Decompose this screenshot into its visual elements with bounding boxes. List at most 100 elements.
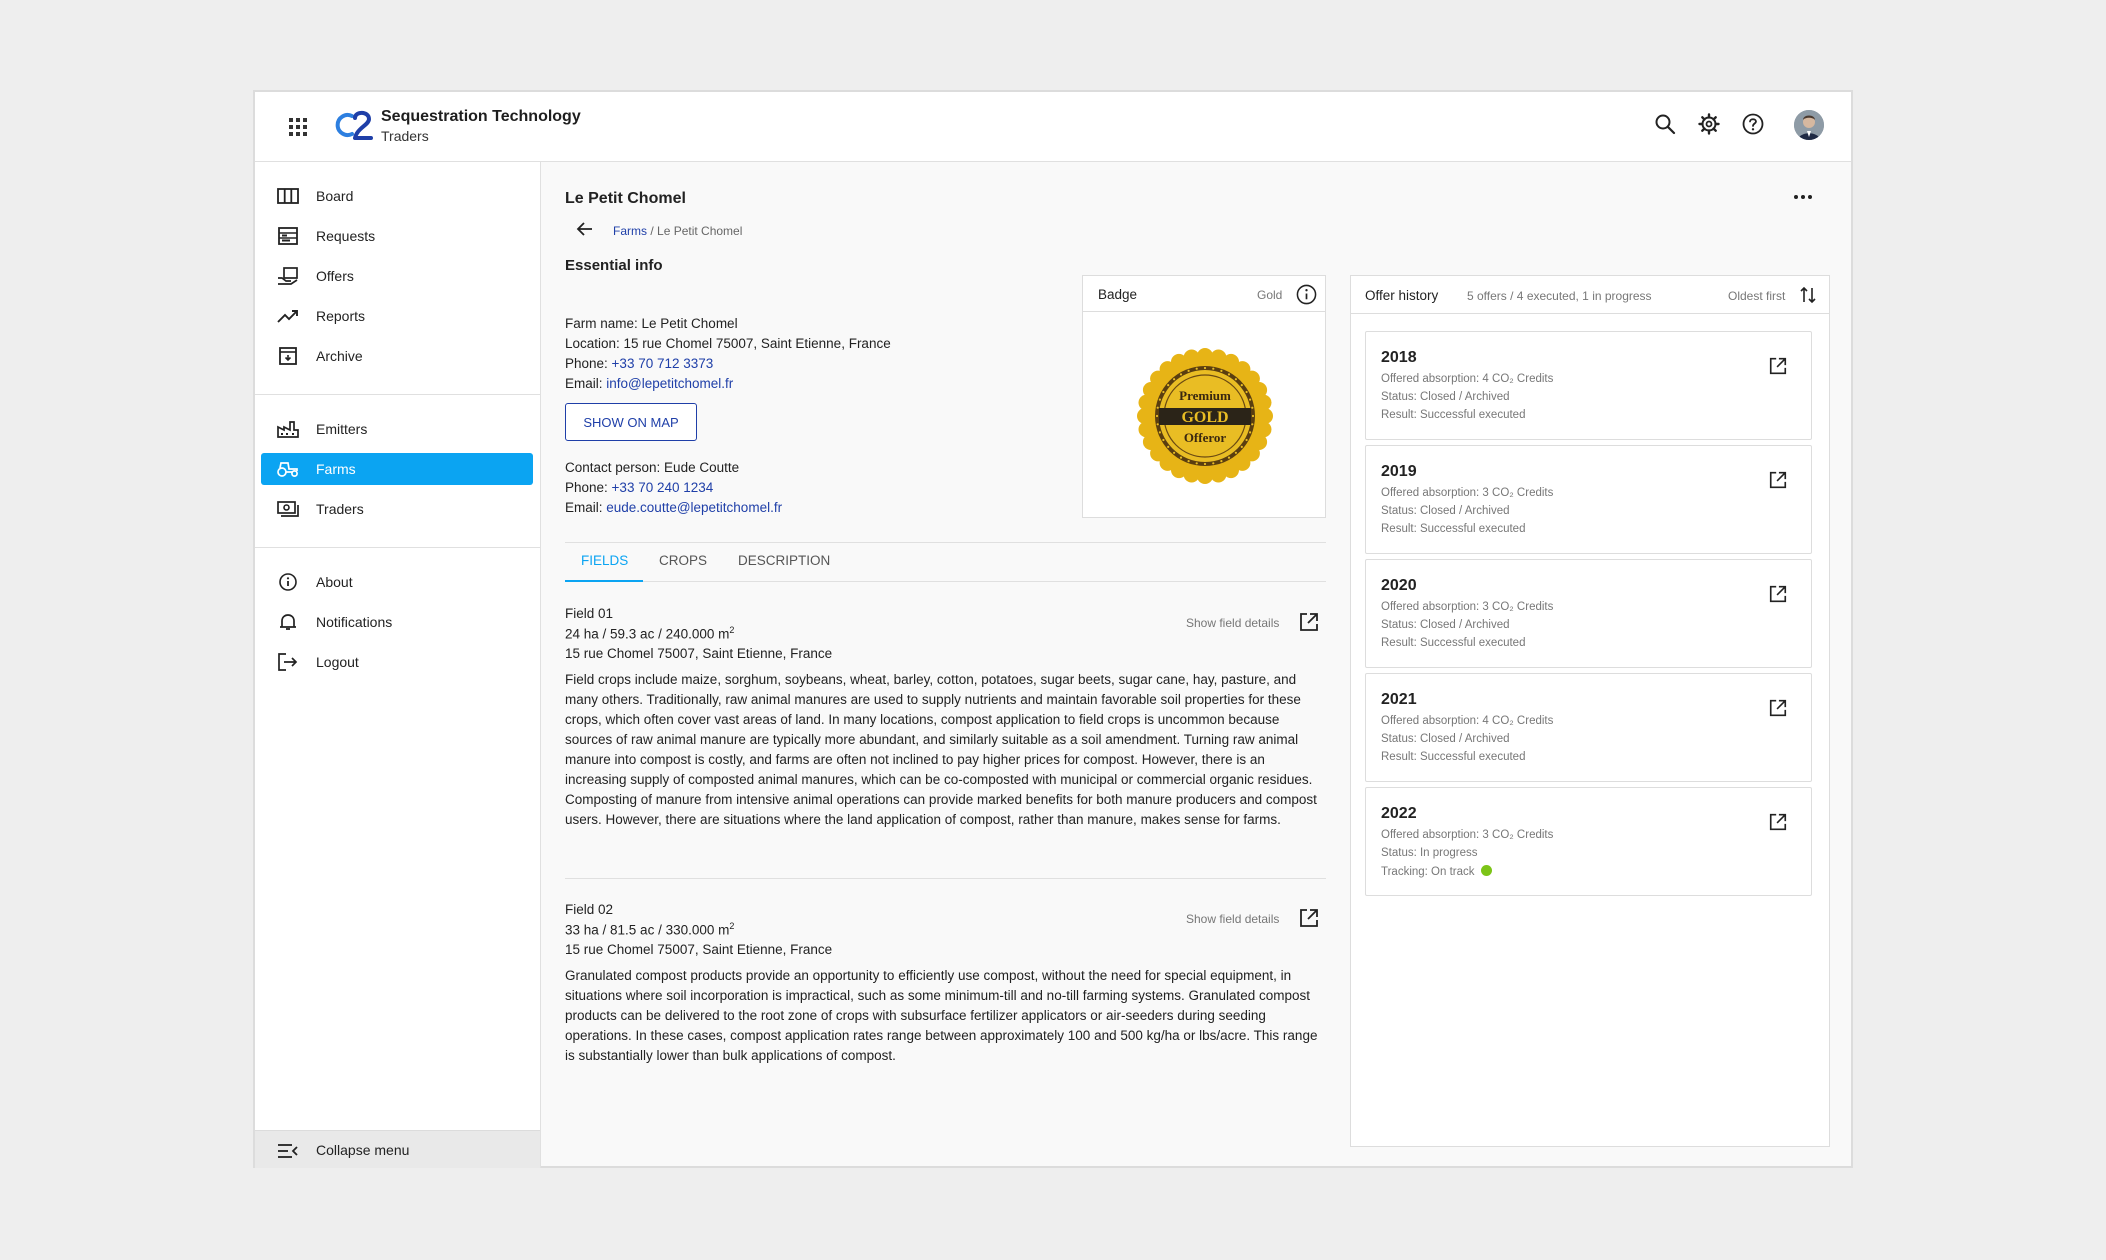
info-icon[interactable] — [1296, 284, 1317, 305]
offer-result: Tracking: On track — [1381, 865, 1492, 878]
sidebar: Board Requests Offers Reports Archive Em… — [255, 162, 541, 1168]
offer-absorption: Offered absorption: 3 CO₂ Credits — [1381, 601, 1554, 613]
external-link-icon[interactable] — [1768, 698, 1788, 718]
badge-title: Badge — [1098, 287, 1138, 302]
contact-phone-row: Phone: +33 70 240 1234 — [565, 480, 713, 495]
contact-email-row: Email: eude.coutte@lepetitchomel.fr — [565, 500, 782, 515]
field-divider — [565, 878, 1326, 879]
offer-result: Result: Successful executed — [1381, 409, 1525, 421]
offer-result-text: Result: Successful executed — [1381, 751, 1526, 763]
offer-status: Status: In progress — [1381, 847, 1478, 859]
badge-level: Gold — [1257, 288, 1283, 302]
main-content: Le Petit Chomel Farms / Le Petit Chomel … — [542, 162, 1853, 1168]
sidebar-divider — [255, 547, 541, 548]
sidebar-item-offers[interactable]: Offers — [261, 260, 533, 292]
sidebar-item-label: Board — [316, 188, 354, 204]
field-area-text: 33 ha / 81.5 ac / 330.000 m — [565, 922, 730, 938]
external-link-icon[interactable] — [1768, 470, 1788, 490]
external-link-icon[interactable] — [1768, 584, 1788, 604]
external-link-icon[interactable] — [1768, 356, 1788, 376]
sidebar-item-farms[interactable]: Farms — [261, 453, 533, 485]
offer-card[interactable]: 2018 Offered absorption: 4 CO₂ Credits Sta… — [1365, 331, 1812, 440]
tab-fields[interactable]: FIELDS — [581, 553, 628, 568]
sidebar-item-requests[interactable]: Requests — [261, 220, 533, 252]
external-link-icon[interactable] — [1768, 812, 1788, 832]
phone-label: Phone: — [565, 480, 612, 495]
logout-icon — [278, 653, 298, 671]
sidebar-item-reports[interactable]: Reports — [261, 300, 533, 332]
contact-email-link[interactable]: eude.coutte@lepetitchomel.fr — [606, 500, 782, 515]
show-field-details-link[interactable]: Show field details — [1186, 616, 1279, 630]
field-description: Granulated compost products provide an o… — [565, 967, 1318, 1063]
app-window: Sequestration Technology Traders Board R… — [253, 90, 1853, 1168]
collapse-menu-button[interactable]: Collapse menu — [255, 1130, 540, 1168]
sidebar-item-label: Notifications — [316, 614, 393, 630]
contact-phone-link[interactable]: +33 70 240 1234 — [612, 480, 714, 495]
show-field-details-link[interactable]: Show field details — [1186, 912, 1279, 926]
offer-card[interactable]: 2020 Offered absorption: 3 CO₂ Credits Sta… — [1365, 559, 1812, 668]
offer-card[interactable]: 2021 Offered absorption: 4 CO₂ Credits Sta… — [1365, 673, 1812, 782]
area-unit-superscript: 2 — [729, 625, 735, 635]
field-address: 15 rue Chomel 75007, Saint Etienne, Fran… — [565, 645, 833, 661]
sidebar-item-label: About — [316, 574, 353, 590]
show-on-map-button[interactable]: SHOW ON MAP — [565, 403, 697, 441]
essential-info-title: Essential info — [565, 257, 663, 274]
collapse-menu-icon — [278, 1144, 298, 1158]
seal-mid-text: GOLD — [1181, 409, 1228, 426]
sidebar-item-notifications[interactable]: Notifications — [261, 606, 533, 638]
area-unit-superscript: 2 — [729, 921, 735, 931]
external-link-icon[interactable] — [1298, 611, 1320, 633]
sidebar-item-about[interactable]: About — [261, 566, 533, 598]
avatar[interactable] — [1794, 110, 1824, 140]
tab-crops[interactable]: CROPS — [659, 553, 707, 568]
offer-absorption: Offered absorption: 3 CO₂ Credits — [1381, 487, 1554, 499]
search-icon[interactable] — [1653, 112, 1677, 136]
sort-icon[interactable] — [1799, 286, 1817, 304]
offer-history-summary: 5 offers / 4 executed, 1 in progress — [1467, 289, 1652, 303]
seal-top-text: Premium — [1179, 388, 1231, 403]
sidebar-item-label: Farms — [316, 461, 356, 477]
help-icon[interactable] — [1741, 112, 1765, 136]
sidebar-divider — [255, 394, 541, 395]
breadcrumb-separator: / — [647, 224, 658, 238]
external-link-icon[interactable] — [1298, 907, 1320, 929]
gear-icon[interactable] — [1697, 112, 1721, 136]
offer-result-text: Result: Successful executed — [1381, 409, 1526, 421]
active-tab-indicator — [565, 580, 643, 582]
farm-email-link[interactable]: info@lepetitchomel.fr — [606, 376, 733, 391]
back-arrow-icon[interactable] — [576, 220, 594, 238]
sidebar-item-archive[interactable]: Archive — [261, 340, 533, 372]
farm-email-row: Email: info@lepetitchomel.fr — [565, 376, 733, 391]
factory-icon — [277, 421, 299, 438]
trend-icon — [277, 310, 298, 323]
offer-result: Result: Successful executed — [1381, 523, 1525, 535]
offer-history-title: Offer history — [1365, 288, 1439, 303]
apps-grid-icon[interactable] — [289, 118, 307, 136]
sidebar-item-emitters[interactable]: Emitters — [261, 413, 533, 445]
offer-history-header: Offer history 5 offers / 4 executed, 1 i… — [1351, 276, 1829, 314]
field-address: 15 rue Chomel 75007, Saint Etienne, Fran… — [565, 941, 833, 957]
contact-person: Contact person: Eude Coutte — [565, 460, 740, 475]
sort-order-label[interactable]: Oldest first — [1728, 289, 1785, 303]
offer-year: 2021 — [1381, 691, 1417, 708]
breadcrumb-link-farms[interactable]: Farms — [613, 224, 647, 238]
offer-year: 2018 — [1381, 349, 1417, 366]
offer-status: Status: Closed / Archived — [1381, 505, 1510, 517]
sidebar-item-label: Traders — [316, 501, 364, 517]
more-options-icon[interactable] — [1792, 192, 1814, 202]
badge-card: Badge Gold Premium GOLD Offeror — [1082, 275, 1326, 518]
offer-status: Status: Closed / Archived — [1381, 733, 1510, 745]
offer-card[interactable]: 2019 Offered absorption: 3 CO₂ Credits Sta… — [1365, 445, 1812, 554]
offer-result-text: Tracking: On track — [1381, 866, 1475, 878]
seal-bottom-text: Offeror — [1184, 430, 1227, 445]
offer-absorption: Offered absorption: 4 CO₂ Credits — [1381, 373, 1554, 385]
sidebar-item-logout[interactable]: Logout — [261, 646, 533, 678]
email-label: Email: — [565, 376, 607, 391]
sidebar-item-board[interactable]: Board — [261, 180, 533, 212]
farm-phone-link[interactable]: +33 70 712 3373 — [612, 356, 714, 371]
bell-icon — [280, 614, 296, 630]
offer-card[interactable]: 2022 Offered absorption: 3 CO₂ Credits Sta… — [1365, 787, 1812, 896]
gold-offeror-seal: Premium GOLD Offeror — [1137, 348, 1273, 484]
sidebar-item-traders[interactable]: Traders — [261, 493, 533, 525]
tab-description[interactable]: DESCRIPTION — [738, 553, 830, 568]
